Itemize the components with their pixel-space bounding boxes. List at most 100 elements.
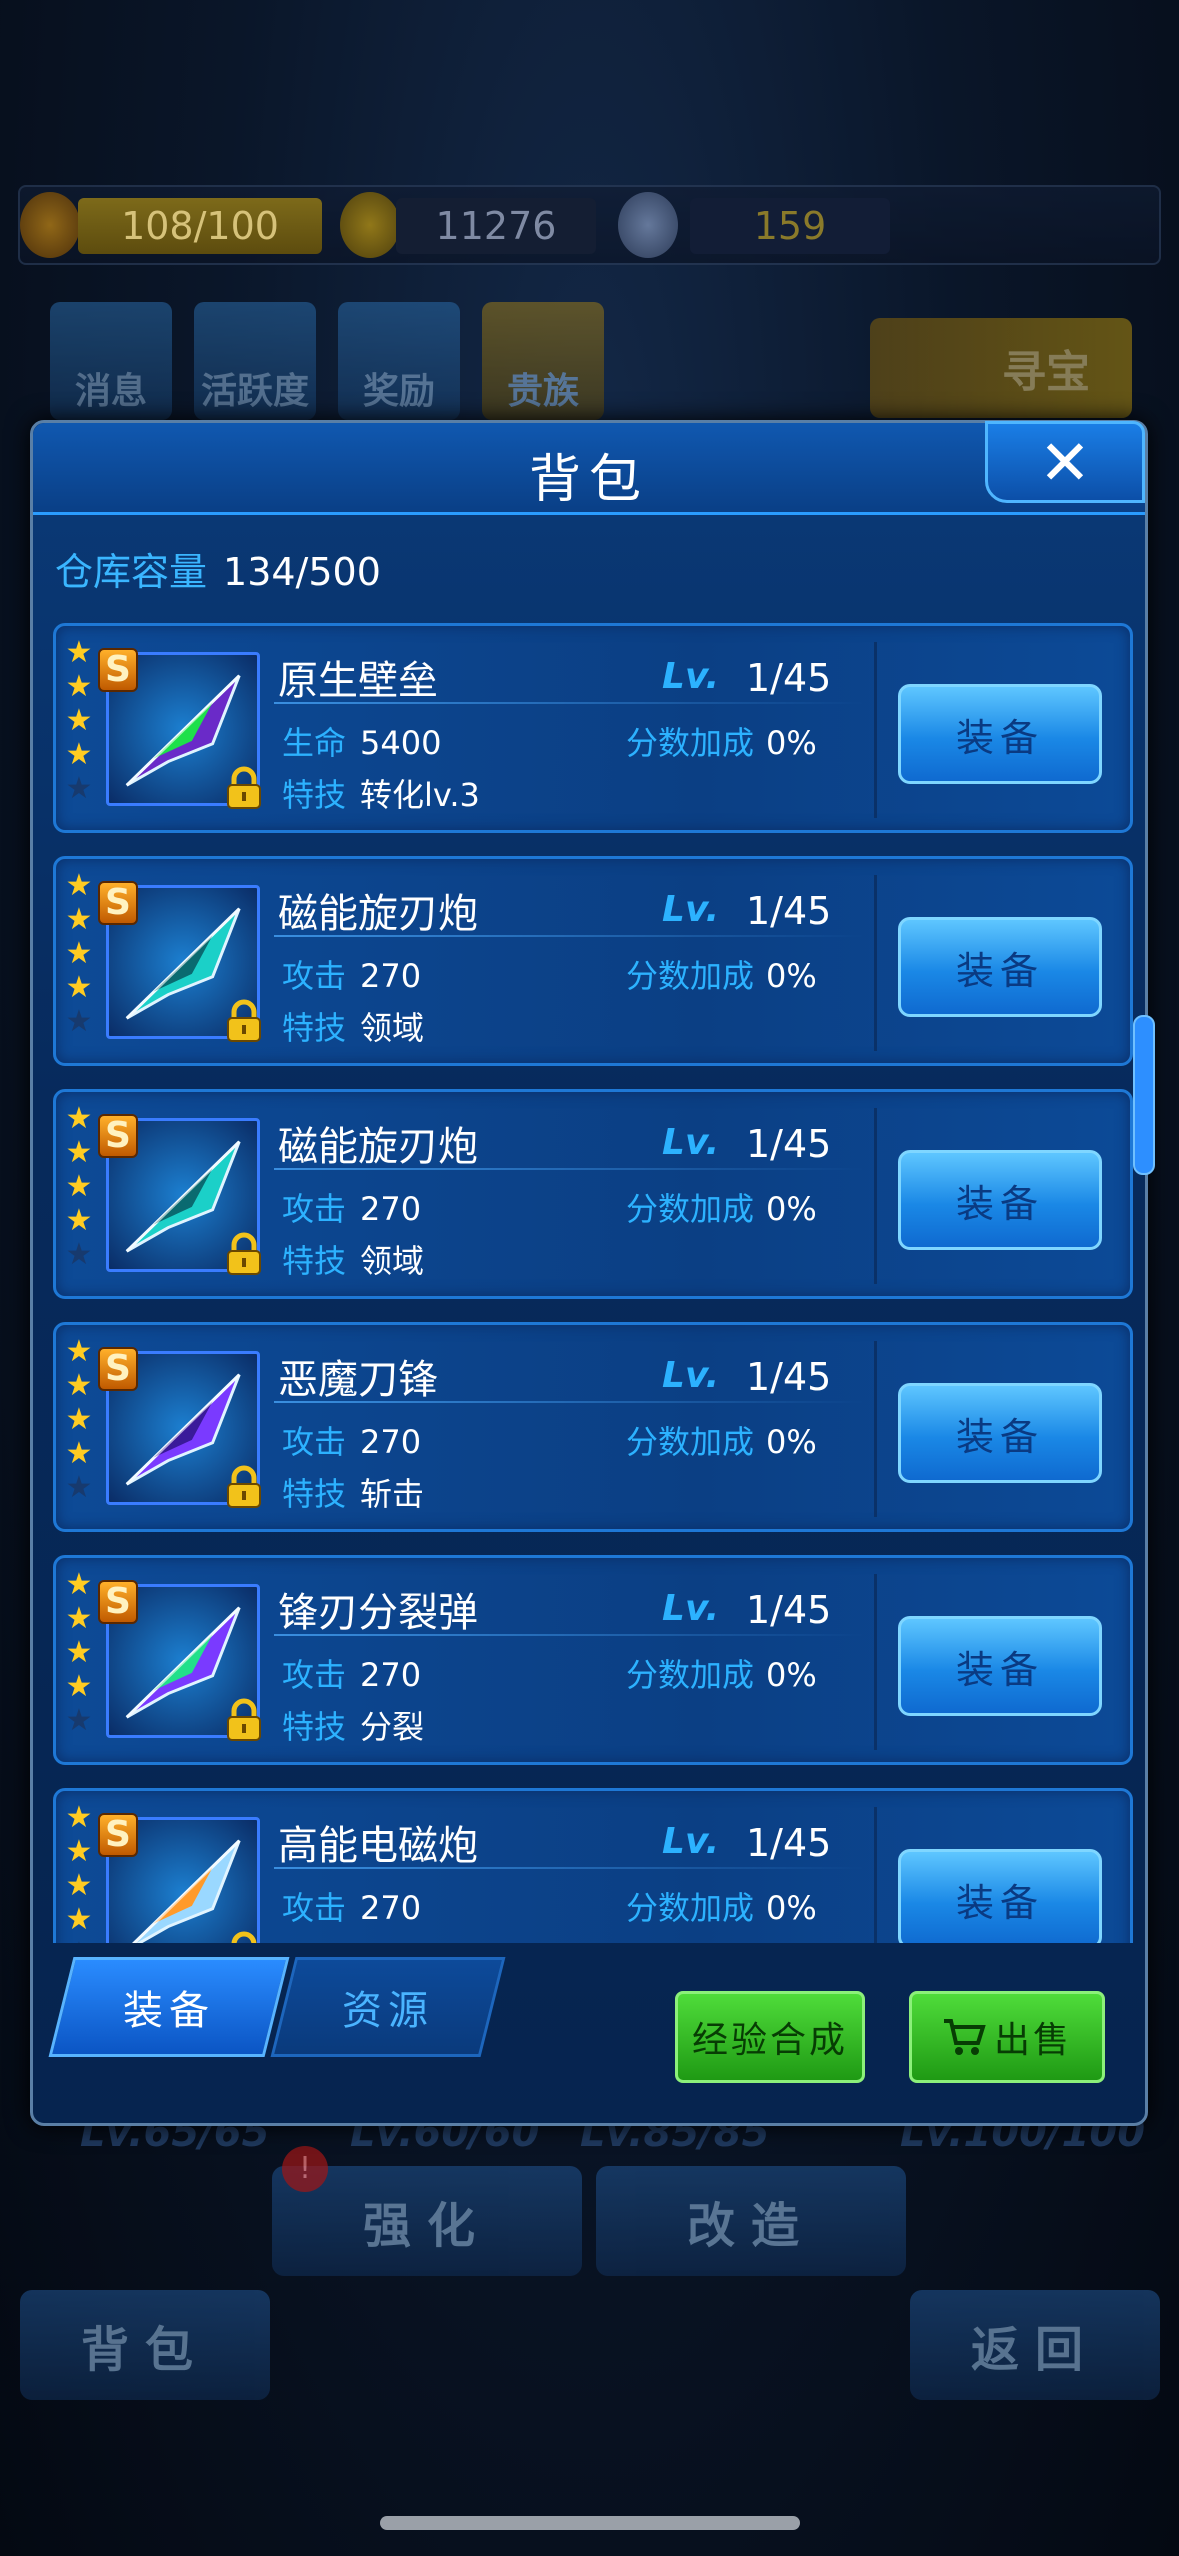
item-list[interactable]: ★ ★ ★ ★ ★ S 原生壁垒 Lv. 1/45 生命 5400 分数加成 0% 特技 转化… bbox=[53, 623, 1133, 1943]
special-skill: 特技 斩击 bbox=[282, 1469, 424, 1515]
level-value: 1/45 bbox=[746, 1355, 832, 1399]
star-empty-icon: ★ bbox=[65, 1470, 93, 1505]
skill-label: 特技 bbox=[282, 1708, 347, 1746]
lock-icon bbox=[227, 1698, 261, 1741]
score-bonus: 分数加成 0% bbox=[626, 1883, 817, 1929]
star-empty-icon: ★ bbox=[65, 1703, 93, 1738]
row-divider bbox=[874, 875, 877, 1051]
item-row[interactable]: ★ ★ ★ ★ ★ S 磁能旋刃炮 Lv. 1/45 攻击 270 分数加成 0% 特技 领域… bbox=[53, 1089, 1133, 1299]
sell-label: 出售 bbox=[993, 2020, 1072, 2061]
star-filled-icon: ★ bbox=[65, 635, 93, 670]
item-row[interactable]: ★★★★★ S 高能电磁炮 Lv. 1/45 攻击270 分数加成0% 特技贯穿… bbox=[53, 1788, 1133, 1943]
item-row[interactable]: ★ ★ ★ ★ ★ S 恶魔刀锋 Lv. 1/45 攻击 270 分数加成 0% 特技 斩击 … bbox=[53, 1322, 1133, 1532]
tab-equipment[interactable]: 装备 bbox=[48, 1957, 290, 2057]
primary-stat: 生命 5400 bbox=[282, 718, 441, 764]
score-bonus: 分数加成 0% bbox=[626, 1650, 817, 1696]
row-divider bbox=[874, 642, 877, 818]
level-value: 1/45 bbox=[746, 656, 832, 700]
level-value: 1/45 bbox=[746, 1821, 832, 1865]
star-filled-icon: ★ bbox=[65, 1601, 93, 1636]
star-filled-icon: ★ bbox=[65, 737, 93, 772]
level-value: 1/45 bbox=[746, 1122, 832, 1166]
item-row[interactable]: ★ ★ ★ ★ ★ S 锋刃分裂弹 Lv. 1/45 攻击 270 分数加成 0% 特技 分裂… bbox=[53, 1555, 1133, 1765]
stat-value: 270 bbox=[360, 1889, 422, 1927]
level-label: Lv. bbox=[662, 1821, 720, 1862]
skill-value: 贯穿 bbox=[360, 1941, 424, 1943]
messages-tile[interactable]: 消息 bbox=[50, 302, 172, 420]
star-empty-icon: ★ bbox=[65, 1237, 93, 1272]
home-indicator[interactable] bbox=[380, 2516, 800, 2530]
item-name: 锋刃分裂弹 bbox=[278, 1590, 478, 1636]
alert-badge: ! bbox=[282, 2146, 328, 2192]
rewards-tile[interactable]: 奖励 bbox=[338, 302, 460, 420]
star-filled-icon: ★ bbox=[65, 1101, 93, 1136]
noble-tile[interactable]: 贵族 bbox=[482, 302, 604, 420]
star-rating: ★★★★★ bbox=[62, 1568, 96, 1738]
level-label: Lv. bbox=[662, 889, 720, 930]
backpack-panel: 背包 ✕ 仓库容量 134/500 ★ ★ ★ ★ ★ S 原生壁垒 Lv. 1/45 生… bbox=[30, 420, 1155, 2126]
star-filled-icon: ★ bbox=[65, 1368, 93, 1403]
name-underline bbox=[274, 702, 864, 704]
special-skill: 特技 转化lv.3 bbox=[282, 770, 480, 816]
exp-merge-button[interactable]: 经验合成 bbox=[675, 1991, 865, 2083]
row-divider bbox=[874, 1341, 877, 1517]
equip-button[interactable]: 装备 bbox=[898, 917, 1102, 1017]
score-bonus: 分数加成 0% bbox=[626, 718, 817, 764]
name-underline bbox=[274, 1168, 864, 1170]
primary-stat: 攻击 270 bbox=[282, 951, 421, 997]
bag-button[interactable]: 背包 bbox=[20, 2290, 270, 2400]
treasure-button[interactable]: 寻宝 bbox=[870, 318, 1132, 418]
equip-button[interactable]: 装备 bbox=[898, 1383, 1102, 1483]
star-rating: ★★★★★ bbox=[62, 636, 96, 806]
scrollbar-thumb[interactable] bbox=[1133, 1015, 1155, 1175]
lock-icon bbox=[231, 1931, 257, 1943]
special-skill: 特技 分裂 bbox=[282, 1702, 424, 1748]
item-row[interactable]: ★ ★ ★ ★ ★ S 磁能旋刃炮 Lv. 1/45 攻击 270 分数加成 0% 特技 领域… bbox=[53, 856, 1133, 1066]
score-bonus: 分数加成 0% bbox=[626, 1184, 817, 1230]
storage-capacity: 仓库容量 134/500 bbox=[55, 541, 381, 596]
name-underline bbox=[274, 935, 864, 937]
star-empty-icon: ★ bbox=[62, 1937, 96, 1944]
item-name: 恶魔刀锋 bbox=[278, 1357, 438, 1403]
star-rating: ★★★★★ bbox=[62, 1335, 96, 1505]
star-filled-icon: ★ bbox=[65, 1800, 93, 1835]
equip-button[interactable]: 装备 bbox=[898, 1849, 1102, 1943]
star-filled-icon: ★ bbox=[65, 970, 93, 1005]
capacity-label: 仓库容量 bbox=[55, 550, 208, 594]
rank-badge: S bbox=[98, 648, 138, 692]
equip-button[interactable]: 装备 bbox=[898, 1150, 1102, 1250]
activity-tile[interactable]: 活跃度 bbox=[194, 302, 316, 420]
item-name: 原生壁垒 bbox=[278, 658, 438, 704]
sell-button[interactable]: 出售 bbox=[909, 1991, 1105, 2083]
skill-label: 特技 bbox=[282, 1941, 346, 1943]
stat-value: 270 bbox=[360, 957, 422, 995]
primary-stat: 攻击 270 bbox=[282, 1184, 421, 1230]
star-filled-icon: ★ bbox=[65, 1635, 93, 1670]
star-empty-icon: ★ bbox=[65, 1004, 93, 1039]
row-divider bbox=[874, 1108, 877, 1284]
lock-icon bbox=[227, 1465, 261, 1508]
special-skill: 特技 领域 bbox=[282, 1003, 424, 1049]
name-underline bbox=[274, 1634, 864, 1636]
item-row[interactable]: ★ ★ ★ ★ ★ S 原生壁垒 Lv. 1/45 生命 5400 分数加成 0% 特技 转化… bbox=[53, 623, 1133, 833]
modify-button[interactable]: 改造 bbox=[596, 2166, 906, 2276]
rank-badge: S bbox=[98, 1114, 138, 1158]
close-button[interactable]: ✕ bbox=[985, 421, 1145, 503]
bonus-value: 0% bbox=[766, 1190, 817, 1228]
equip-button[interactable]: 装备 bbox=[898, 684, 1102, 784]
star-filled-icon: ★ bbox=[65, 1902, 93, 1937]
star-filled-icon: ★ bbox=[65, 669, 93, 704]
score-bonus: 分数加成 0% bbox=[626, 951, 817, 997]
star-rating: ★★★★★ bbox=[62, 869, 96, 1039]
skill-value: 分裂 bbox=[360, 1708, 425, 1746]
level-label: Lv. bbox=[662, 1355, 720, 1396]
equip-button[interactable]: 装备 bbox=[898, 1616, 1102, 1716]
back-button[interactable]: 返回 bbox=[910, 2290, 1160, 2400]
menu-tiles: 消息 活跃度 奖励 贵族 bbox=[50, 302, 604, 420]
star-filled-icon: ★ bbox=[65, 868, 93, 903]
bonus-value: 0% bbox=[766, 1656, 817, 1694]
star-filled-icon: ★ bbox=[65, 1868, 93, 1903]
tab-resources[interactable]: 资源 bbox=[270, 1957, 506, 2057]
bonus-label: 分数加成 bbox=[626, 1889, 755, 1927]
rank-badge: S bbox=[98, 1347, 138, 1391]
